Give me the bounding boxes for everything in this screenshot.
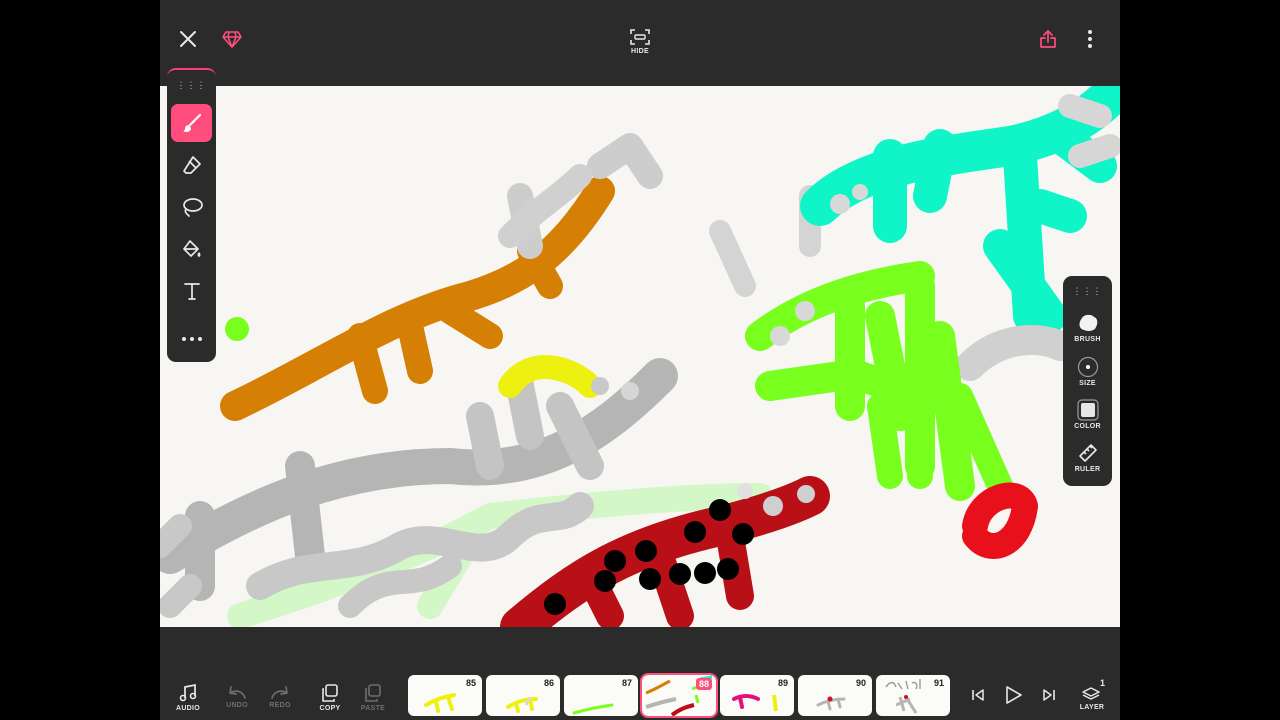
left-toolbar: ⋮⋮⋮ <box>167 68 216 362</box>
copy-label: COPY <box>319 704 341 712</box>
share-icon <box>1040 30 1056 48</box>
size-button[interactable]: SIZE <box>1063 356 1112 396</box>
copy-frame-button[interactable]: COPY <box>310 677 350 717</box>
drawing-canvas[interactable] <box>160 86 1120 627</box>
frame-thumbnail-90[interactable]: 90 <box>798 675 872 716</box>
frame-number: 88 <box>695 678 712 690</box>
layer-label: LAYER <box>1079 703 1105 711</box>
lasso-icon <box>182 198 203 217</box>
frame-number: 85 <box>465 678 476 688</box>
paste-icon <box>365 683 381 702</box>
redo-button[interactable]: REDO <box>260 677 300 717</box>
toolbar-grip-icon[interactable]: ⋮⋮⋮ <box>167 80 216 91</box>
play-icon <box>1006 686 1022 704</box>
frame-number: 89 <box>777 678 788 688</box>
size-label: SIZE <box>1079 380 1096 387</box>
share-button[interactable] <box>1036 27 1060 51</box>
frame-thumbnail-86[interactable]: 86 <box>486 675 560 716</box>
close-icon <box>180 31 196 47</box>
undo-label: UNDO <box>226 701 248 709</box>
frame-number: 90 <box>855 678 866 688</box>
skip-back-icon <box>972 689 984 701</box>
ruler-label: RULER <box>1074 466 1101 473</box>
brush-tool-button[interactable] <box>171 104 212 142</box>
first-frame-button[interactable] <box>958 675 998 715</box>
premium-button[interactable] <box>220 27 244 51</box>
more-options-button[interactable] <box>1080 27 1100 51</box>
color-swatch-icon <box>1076 399 1099 421</box>
copy-icon <box>322 683 338 702</box>
more-horizontal-icon <box>181 337 202 341</box>
play-button[interactable] <box>993 675 1033 715</box>
frame-number: 87 <box>621 678 632 688</box>
paint-bucket-icon <box>182 240 200 257</box>
audio-label: AUDIO <box>175 704 201 712</box>
ruler-button[interactable]: RULER <box>1063 442 1112 482</box>
diamond-icon <box>222 31 242 48</box>
frame-thumbnail-85[interactable]: 85 <box>408 675 482 716</box>
ruler-icon <box>1078 444 1097 462</box>
skip-forward-icon <box>1043 689 1055 701</box>
frame-thumbnail-87[interactable]: 87 <box>564 675 638 716</box>
toolbar-grip-icon[interactable]: ⋮⋮⋮ <box>1063 286 1112 297</box>
redo-label: REDO <box>269 701 291 709</box>
last-frame-button[interactable] <box>1029 675 1069 715</box>
more-vertical-icon <box>1088 30 1092 48</box>
frame-number: 91 <box>933 678 944 688</box>
animation-app: HIDE ⋮⋮⋮ ⋮⋮⋮ BRUSH SIZE COLOR RULER AUDI… <box>160 0 1120 720</box>
layer-icon-wrap: 1 <box>1081 678 1105 702</box>
hide-label: HIDE <box>631 47 649 55</box>
frame-thumbnail-91[interactable]: 91 <box>876 675 950 716</box>
right-toolbar: ⋮⋮⋮ BRUSH SIZE COLOR RULER <box>1063 276 1112 486</box>
text-tool-button[interactable] <box>171 272 212 310</box>
drawing-strokes <box>160 86 1120 627</box>
brush-label: BRUSH <box>1074 336 1101 343</box>
redo-icon <box>271 685 288 699</box>
layer-count-badge: 1 <box>1099 677 1105 688</box>
frame-thumbnail-88[interactable]: 88 <box>640 673 718 718</box>
hide-button[interactable]: HIDE <box>624 24 656 58</box>
text-icon <box>183 283 200 300</box>
undo-icon <box>229 685 246 699</box>
frame-number: 86 <box>543 678 554 688</box>
layer-button[interactable]: 1 LAYER <box>1072 677 1112 717</box>
close-button[interactable] <box>176 27 200 51</box>
paste-frame-button[interactable]: PASTE <box>353 677 393 717</box>
top-toolbar: HIDE <box>160 0 1120 86</box>
audio-button[interactable]: AUDIO <box>168 677 208 717</box>
music-note-icon <box>179 683 197 701</box>
lasso-tool-button[interactable] <box>171 188 212 226</box>
color-label: COLOR <box>1074 423 1101 430</box>
size-icon <box>1077 356 1098 378</box>
eraser-icon <box>182 156 201 174</box>
brush-texture-icon <box>1079 314 1097 331</box>
frame-thumbnail-89[interactable]: 89 <box>720 675 794 716</box>
undo-button[interactable]: UNDO <box>217 677 257 717</box>
color-button[interactable]: COLOR <box>1063 399 1112 439</box>
hide-icon <box>630 28 650 45</box>
fill-tool-button[interactable] <box>171 230 212 268</box>
brush-settings-button[interactable]: BRUSH <box>1063 312 1112 352</box>
paste-label: PASTE <box>360 704 386 712</box>
brush-icon <box>182 113 201 132</box>
more-tools-button[interactable] <box>171 320 212 358</box>
eraser-tool-button[interactable] <box>171 146 212 184</box>
layers-icon <box>1082 686 1100 700</box>
